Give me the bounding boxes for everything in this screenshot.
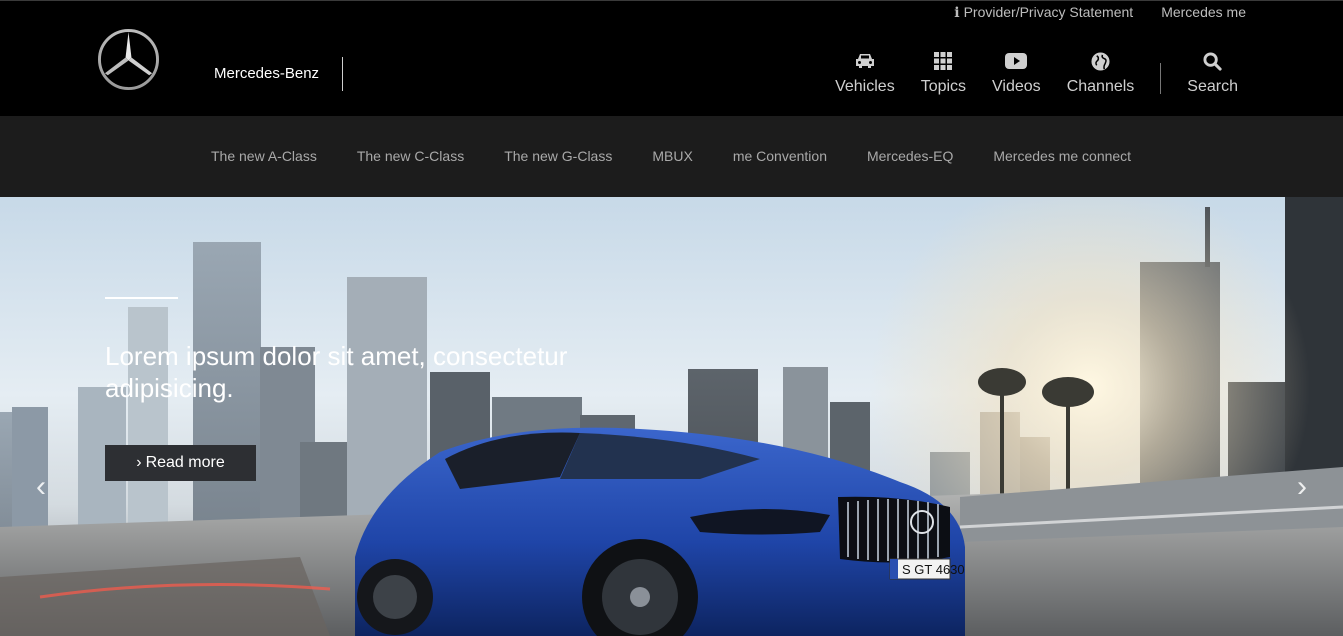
- info-icon: i: [954, 5, 960, 21]
- mercedes-star-logo[interactable]: [97, 28, 160, 91]
- hero-banner: S GT 4630 Lorem ipsum dolor sit amet, co…: [0, 197, 1343, 636]
- nav-divider: [1160, 63, 1162, 94]
- brand-name[interactable]: Mercedes-Benz: [214, 65, 319, 82]
- provider-privacy-link[interactable]: i Provider/Privacy Statement: [954, 4, 1133, 21]
- globe-icon: [1091, 50, 1110, 72]
- car-icon: [854, 50, 876, 72]
- carousel-prev-arrow[interactable]: ‹: [36, 470, 46, 504]
- nav-vehicles[interactable]: Vehicles: [835, 50, 895, 96]
- license-plate: S GT 4630: [902, 562, 965, 577]
- hero-accent-line: [105, 297, 178, 299]
- grid-icon: [934, 50, 953, 72]
- carousel-next-arrow[interactable]: ›: [1297, 470, 1307, 504]
- chevron-right-icon: ›: [136, 454, 142, 471]
- main-nav: Vehicles Topics Videos Channels Search: [809, 50, 1238, 96]
- secondary-nav: The new A-Class The new C-Class The new …: [0, 116, 1343, 197]
- read-more-button[interactable]: › Read more: [105, 445, 256, 481]
- subnav-mercedes-eq[interactable]: Mercedes-EQ: [867, 148, 953, 164]
- hero-title: Lorem ipsum dolor sit amet, consectetur …: [105, 341, 568, 403]
- nav-topics[interactable]: Topics: [921, 50, 966, 96]
- top-header: i Provider/Privacy Statement Mercedes me …: [0, 0, 1343, 116]
- subnav-c-class[interactable]: The new C-Class: [357, 148, 464, 164]
- search-icon: [1203, 50, 1222, 72]
- video-icon: [1005, 50, 1028, 72]
- subnav-a-class[interactable]: The new A-Class: [211, 148, 317, 164]
- subnav-mercedes-me-connect[interactable]: Mercedes me connect: [993, 148, 1131, 164]
- nav-search[interactable]: Search: [1187, 50, 1238, 96]
- brand-divider: [342, 57, 343, 91]
- hero-city-car-image: S GT 4630: [0, 197, 1343, 636]
- subnav-g-class[interactable]: The new G-Class: [504, 148, 612, 164]
- utility-links: i Provider/Privacy Statement Mercedes me: [954, 4, 1246, 21]
- nav-videos[interactable]: Videos: [992, 50, 1041, 96]
- subnav-me-convention[interactable]: me Convention: [733, 148, 827, 164]
- nav-channels[interactable]: Channels: [1067, 50, 1134, 96]
- subnav-mbux[interactable]: MBUX: [652, 148, 692, 164]
- mercedes-me-link[interactable]: Mercedes me: [1161, 4, 1246, 21]
